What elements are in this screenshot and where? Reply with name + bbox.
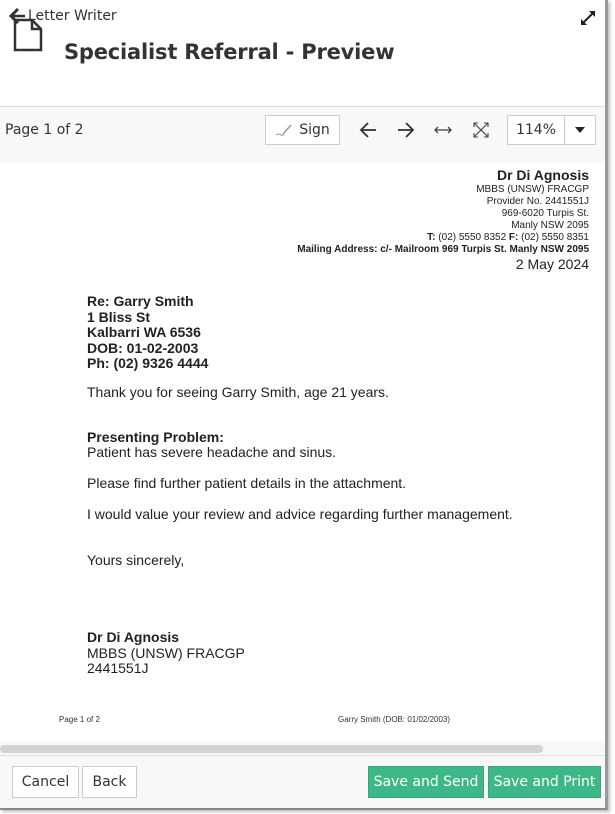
page-indicator: Page 1 of 2 [5, 122, 84, 138]
expand-icon[interactable] [579, 9, 597, 32]
letter-page: Dr Di Agnosis MBBS (UNSW) FRACGP Provide… [0, 163, 605, 741]
fit-page-button[interactable] [472, 121, 490, 144]
doctor-qualifications: MBBS (UNSW) FRACGP [476, 184, 589, 195]
arrow-left-icon [359, 122, 376, 138]
save-and-send-button[interactable]: Save and Send [368, 766, 484, 798]
preview-toolbar: Page 1 of 2 Sign 114% [0, 106, 605, 156]
signature-block: Dr Di Agnosis MBBS (UNSW) FRACGP 2441551… [87, 629, 245, 677]
header: Letter Writer Specialist Referral - Prev… [0, 0, 605, 106]
patient-suburb: Kalbarri WA 6536 [87, 324, 201, 340]
fit-width-button[interactable] [434, 121, 452, 144]
mailing-address: Mailing Address: c/- Mailroom 969 Turpis… [297, 244, 589, 255]
problem-text: Patient has severe headache and sinus. [87, 444, 337, 460]
patient-re: Re: Garry Smith [87, 293, 194, 309]
fax-value: (02) 5550 8351 [521, 232, 589, 243]
save-and-print-button[interactable]: Save and Print [488, 766, 601, 798]
document-viewer[interactable]: Dr Di Agnosis MBBS (UNSW) FRACGP Provide… [0, 155, 605, 757]
practice-suburb: Manly NSW 2095 [511, 220, 589, 231]
fit-width-icon [434, 126, 452, 134]
previous-page-button[interactable] [359, 121, 377, 144]
doctor-name: Dr Di Agnosis [496, 167, 589, 183]
practice-contact: T: (02) 5550 8352 F: (02) 5550 8351 [297, 232, 589, 244]
arrow-right-icon [398, 122, 415, 138]
review-paragraph: I would value your review and advice reg… [87, 506, 513, 522]
horizontal-scrollbar[interactable] [0, 745, 543, 753]
provider-number: Provider No. 2441551J [486, 196, 589, 207]
practice-street: 969-6020 Turpis St. [501, 208, 589, 219]
next-page-button[interactable] [397, 121, 415, 144]
page-footer-patient: Garry Smith (DOB: 01/02/2003) [338, 715, 451, 724]
back-button[interactable]: Back [82, 766, 137, 798]
signature-name: Dr Di Agnosis [87, 629, 180, 645]
letter-preview-panel: Letter Writer Specialist Referral - Prev… [0, 0, 608, 810]
zoom-dropdown-button[interactable] [564, 115, 596, 145]
letterhead: Dr Di Agnosis MBBS (UNSW) FRACGP Provide… [297, 167, 589, 272]
patient-details: Re: Garry Smith 1 Bliss St Kalbarri WA 6… [87, 293, 209, 372]
intro-paragraph: Thank you for seeing Garry Smith, age 21… [87, 384, 389, 400]
caret-down-icon [575, 127, 585, 133]
signature-provider: 2441551J [87, 660, 149, 676]
patient-dob: DOB: 01-02-2003 [87, 339, 199, 356]
sign-label: Sign [299, 122, 330, 138]
fax-label: F: [508, 232, 519, 243]
pen-icon [275, 124, 292, 136]
closing: Yours sincerely, [87, 552, 185, 568]
phone-label: T: [427, 232, 436, 243]
fit-page-icon [473, 122, 489, 138]
back-link-label: Letter Writer [28, 8, 117, 24]
back-to-letter-writer-link[interactable]: Letter Writer [8, 6, 117, 26]
page-title: Specialist Referral - Preview [64, 40, 395, 64]
signature-qualifications: MBBS (UNSW) FRACGP [87, 644, 245, 661]
letter-date: 2 May 2024 [515, 256, 589, 272]
arrow-left-icon [8, 6, 26, 26]
patient-phone: Ph: (02) 9326 4444 [87, 355, 209, 371]
cancel-button[interactable]: Cancel [12, 766, 79, 798]
patient-street: 1 Bliss St [87, 308, 151, 325]
phone-value: (02) 5550 8352 [438, 232, 507, 243]
sign-button[interactable]: Sign [265, 115, 340, 145]
page-footer-page: Page 1 of 2 [59, 715, 100, 724]
attachment-paragraph: Please find further patient details in t… [87, 475, 407, 491]
zoom-level-field[interactable]: 114% [507, 115, 565, 145]
footer-actions: Cancel Back Save and Send Save and Print [0, 755, 605, 808]
